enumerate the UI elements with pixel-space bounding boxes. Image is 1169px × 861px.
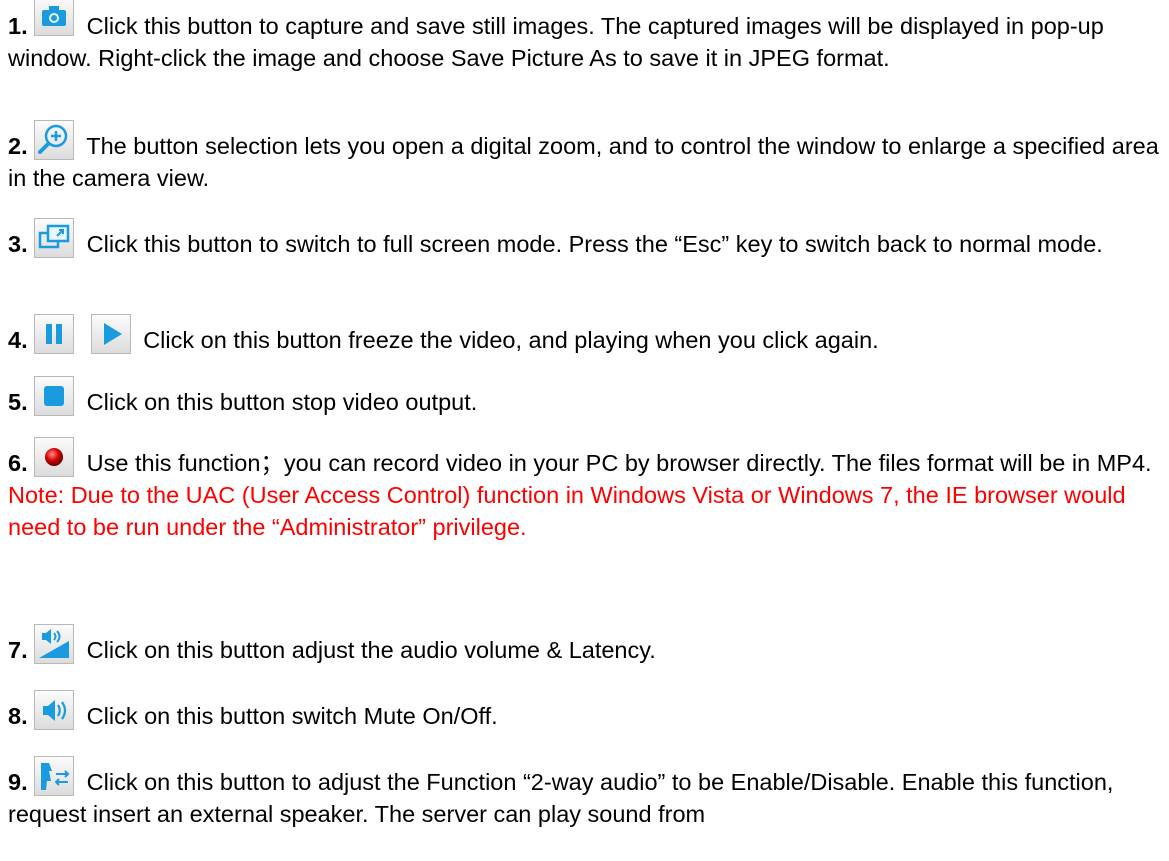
item-number: 7. bbox=[8, 637, 28, 663]
list-item-4: 4. Click on this button freeze the video… bbox=[8, 314, 879, 356]
item-number: 5. bbox=[8, 389, 28, 415]
item-number: 4. bbox=[8, 327, 28, 353]
pause-icon bbox=[34, 314, 75, 354]
fullscreen-icon bbox=[34, 218, 75, 258]
list-item-2: 2. The button selection lets you open a … bbox=[8, 120, 1163, 194]
list-item-5: 5. Click on this button stop video outpu… bbox=[8, 376, 477, 418]
item-text: Use this function；you can record video i… bbox=[86, 450, 1152, 476]
item-text: Click on this button to adjust the Funct… bbox=[8, 769, 1114, 827]
item-text: The button selection lets you open a dig… bbox=[8, 133, 1159, 191]
item-number: 2. bbox=[8, 133, 28, 159]
play-icon bbox=[90, 314, 131, 354]
mute-icon bbox=[34, 690, 75, 730]
zoom-in-icon bbox=[34, 120, 75, 160]
list-item-7: 7. Click on this button adjust the audio… bbox=[8, 624, 656, 666]
list-item-3: 3. Click this button to switch to full s… bbox=[8, 218, 1103, 260]
item-text: Click on this button stop video output. bbox=[86, 389, 478, 415]
stop-icon bbox=[34, 376, 75, 416]
uac-note: Note: Due to the UAC (User Access Contro… bbox=[8, 482, 1126, 540]
item-number: 3 bbox=[8, 231, 22, 257]
item-text: Click this button to switch to full scre… bbox=[86, 231, 1103, 257]
item-number: 6. bbox=[8, 450, 28, 476]
list-item-8: 8. Click on this button switch Mute On/O… bbox=[8, 690, 498, 732]
list-item-9: 9. Click on this button to adjust the Fu… bbox=[8, 756, 1163, 830]
volume-adjust-icon bbox=[34, 624, 75, 664]
item-text: Click on this button switch Mute On/Off. bbox=[86, 703, 498, 729]
item-number: 8. bbox=[8, 703, 28, 729]
list-item-6: 6. Use this function；you can record vide… bbox=[8, 437, 1163, 543]
camera-icon bbox=[34, 0, 75, 36]
item-number: 1. bbox=[8, 13, 28, 39]
item-text: Click on this button adjust the audio vo… bbox=[86, 637, 656, 663]
record-icon bbox=[34, 437, 75, 477]
item-text: Click this button to capture and save st… bbox=[8, 13, 1104, 71]
two-way-audio-icon bbox=[34, 756, 75, 796]
item-text: Click on this button freeze the video, a… bbox=[143, 327, 879, 353]
item-number: 9. bbox=[8, 769, 28, 795]
list-item-1: 1. Click this button to capture and save… bbox=[8, 0, 1163, 74]
